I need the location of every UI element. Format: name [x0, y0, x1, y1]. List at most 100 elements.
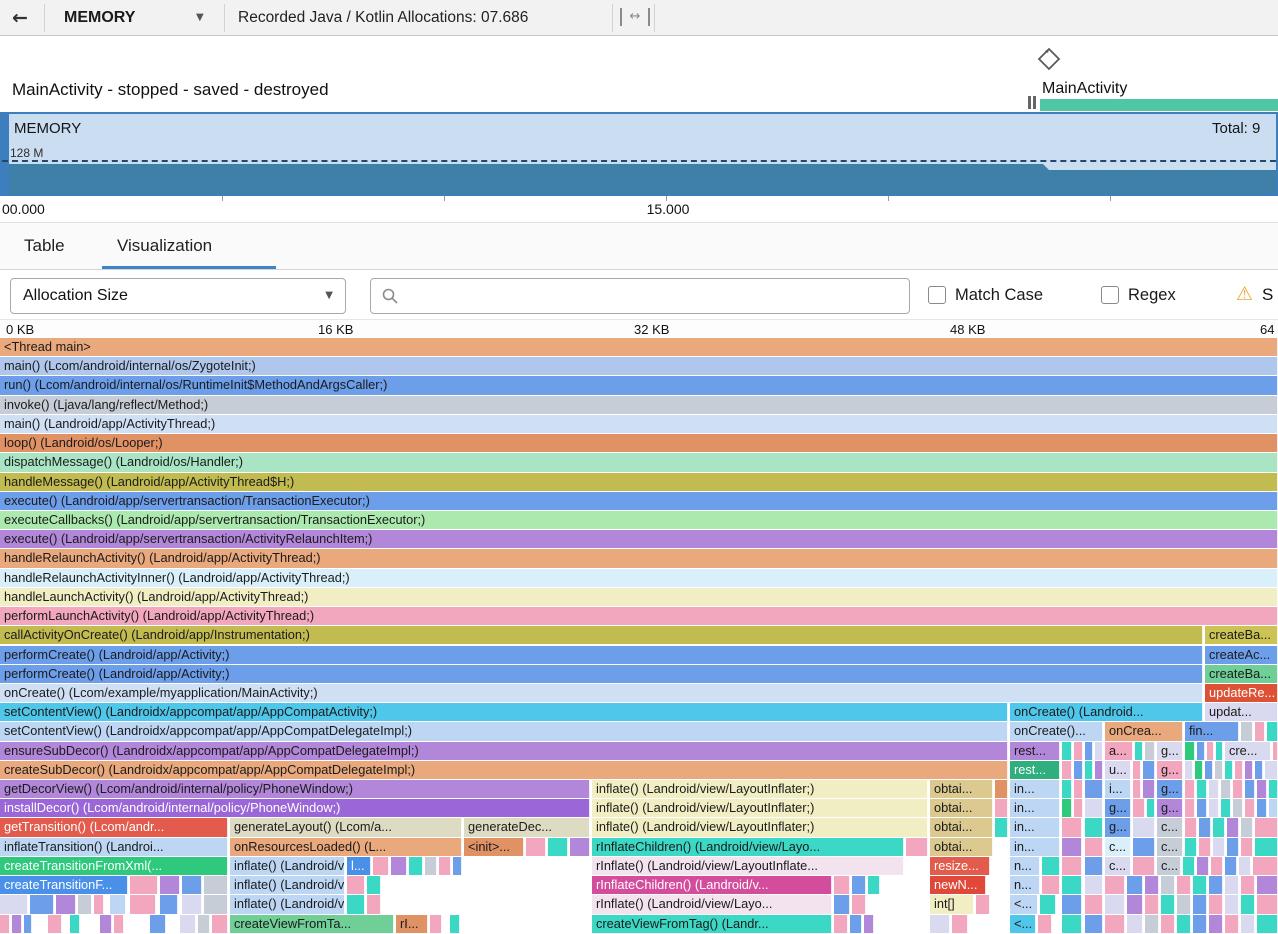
flame-segment[interactable]: performCreate() (Landroid/app/Activity;)	[0, 646, 1203, 664]
flame-segment[interactable]: in...	[1010, 818, 1060, 836]
flame-fragment[interactable]	[1209, 895, 1223, 913]
flame-segment[interactable]: rInflate() (Landroid/view/LayoutInflate.…	[592, 857, 904, 875]
flame-fragment[interactable]	[1177, 895, 1191, 913]
flame-fragment[interactable]	[1257, 915, 1278, 933]
flame-fragment[interactable]	[1177, 915, 1191, 933]
flame-fragment[interactable]	[864, 915, 874, 933]
flame-fragment[interactable]	[1133, 799, 1145, 817]
track-selector-label[interactable]: MEMORY	[64, 0, 135, 35]
flame-segment[interactable]: c...	[1105, 838, 1131, 856]
flame-fragment[interactable]	[1074, 742, 1083, 760]
flame-segment[interactable]: g...	[1105, 799, 1131, 817]
flame-fragment[interactable]	[425, 857, 437, 875]
flame-fragment[interactable]	[1255, 722, 1265, 740]
flame-fragment[interactable]	[450, 915, 460, 933]
flame-fragment[interactable]	[182, 895, 202, 913]
flame-fragment[interactable]	[1209, 799, 1219, 817]
flame-fragment[interactable]	[12, 915, 22, 933]
flame-fragment[interactable]	[852, 895, 866, 913]
flame-fragment[interactable]	[1062, 799, 1072, 817]
flame-fragment[interactable]	[160, 876, 180, 894]
flame-segment[interactable]: inflate() (Landroid/view/LayoutInflater;…	[592, 799, 928, 817]
flame-segment[interactable]: <...	[1010, 915, 1036, 933]
chevron-down-icon[interactable]: ▼	[196, 0, 204, 35]
flame-fragment[interactable]	[1074, 799, 1083, 817]
flame-fragment[interactable]	[1062, 818, 1082, 836]
flame-segment[interactable]: rInflateChildren() (Landroid/v...	[592, 876, 832, 894]
flame-fragment[interactable]	[1257, 876, 1278, 894]
flame-fragment[interactable]	[130, 876, 158, 894]
flame-fragment[interactable]	[150, 915, 166, 933]
flame-segment[interactable]: ensureSubDecor() (Landroidx/appcompat/ap…	[0, 742, 1008, 760]
tab-visualization[interactable]: Visualization	[117, 223, 212, 269]
flame-fragment[interactable]	[1133, 857, 1155, 875]
flame-fragment[interactable]	[1062, 742, 1072, 760]
flame-fragment[interactable]	[1183, 857, 1195, 875]
flame-segment[interactable]: inflate() (Landroid/view/...	[230, 895, 345, 913]
flame-fragment[interactable]	[30, 895, 54, 913]
flame-fragment[interactable]	[1209, 915, 1223, 933]
flame-segment[interactable]: newN...	[930, 876, 986, 894]
timeline-axis[interactable]: 00.000 15.000	[0, 196, 1278, 222]
flame-segment[interactable]: updat...	[1205, 703, 1278, 721]
flame-fragment[interactable]	[995, 780, 1008, 798]
flame-fragment[interactable]	[1127, 895, 1143, 913]
flame-fragment[interactable]	[1135, 742, 1143, 760]
flame-fragment[interactable]	[1062, 761, 1072, 779]
flame-segment[interactable]: obtai...	[930, 838, 993, 856]
flame-fragment[interactable]	[1105, 876, 1125, 894]
flame-fragment[interactable]	[1205, 761, 1213, 779]
flame-fragment[interactable]	[180, 915, 196, 933]
flame-segment[interactable]: main() (Landroid/app/ActivityThread;)	[0, 415, 1278, 433]
flame-fragment[interactable]	[439, 857, 451, 875]
flame-segment[interactable]: onResourcesLoaded() (L...	[230, 838, 462, 856]
flame-fragment[interactable]	[204, 876, 228, 894]
flame-fragment[interactable]	[1216, 742, 1223, 760]
arrange-by-dropdown[interactable]: Allocation Size ▼	[10, 278, 346, 314]
flame-fragment[interactable]	[1185, 780, 1195, 798]
flame-segment[interactable]: <Thread main>	[0, 338, 1278, 356]
flame-segment[interactable]: installDecor() (Lcom/android/internal/po…	[0, 799, 590, 817]
flame-fragment[interactable]	[1197, 742, 1205, 760]
flame-segment[interactable]: handleRelaunchActivity() (Landroid/app/A…	[0, 549, 1278, 567]
flame-fragment[interactable]	[1273, 742, 1278, 760]
flame-fragment[interactable]	[1227, 818, 1239, 836]
flame-fragment[interactable]	[1197, 780, 1207, 798]
flame-fragment[interactable]	[1225, 857, 1237, 875]
flame-fragment[interactable]	[1085, 895, 1103, 913]
flame-segment[interactable]: loop() (Landroid/os/Looper;)	[0, 434, 1278, 452]
flame-fragment[interactable]	[995, 818, 1008, 836]
flame-segment[interactable]: handleMessage() (Landroid/app/ActivityTh…	[0, 473, 1278, 491]
flame-fragment[interactable]	[1233, 780, 1243, 798]
flame-fragment[interactable]	[1241, 838, 1253, 856]
flame-segment[interactable]: getTransition() (Lcom/andr...	[0, 818, 228, 836]
flame-fragment[interactable]	[1040, 895, 1056, 913]
flame-fragment[interactable]	[1239, 857, 1251, 875]
flame-fragment[interactable]	[1227, 838, 1239, 856]
flame-fragment[interactable]	[1105, 915, 1125, 933]
flame-fragment[interactable]	[1147, 799, 1155, 817]
flame-fragment[interactable]	[1062, 780, 1072, 798]
flame-fragment[interactable]	[409, 857, 423, 875]
flame-fragment[interactable]	[1143, 780, 1155, 798]
flame-fragment[interactable]	[834, 876, 850, 894]
flame-fragment[interactable]	[1161, 915, 1175, 933]
flame-fragment[interactable]	[1241, 876, 1255, 894]
flame-fragment[interactable]	[1225, 876, 1239, 894]
flame-segment[interactable]: g...	[1157, 780, 1183, 798]
activity-lifecycle-bar[interactable]	[1040, 99, 1278, 111]
flame-fragment[interactable]	[212, 915, 228, 933]
flame-fragment[interactable]	[1235, 761, 1243, 779]
flame-segment[interactable]: u...	[1105, 761, 1131, 779]
track-handle[interactable]	[2, 114, 9, 194]
flame-fragment[interactable]	[1085, 876, 1103, 894]
flame-fragment[interactable]	[24, 915, 32, 933]
flame-fragment[interactable]	[204, 895, 228, 913]
regex-label[interactable]: Regex	[1128, 270, 1176, 320]
flame-segment[interactable]: inflate() (Landroid/view/LayoutInflater;…	[592, 780, 928, 798]
flame-segment[interactable]: createSubDecor() (Landroidx/appcompat/ap…	[0, 761, 1008, 779]
flame-segment[interactable]: setContentView() (Landroidx/appcompat/ap…	[0, 722, 1008, 740]
flame-segment[interactable]: setContentView() (Landroidx/appcompat/ap…	[0, 703, 1008, 721]
flame-fragment[interactable]	[70, 915, 80, 933]
flame-fragment[interactable]	[1207, 742, 1214, 760]
